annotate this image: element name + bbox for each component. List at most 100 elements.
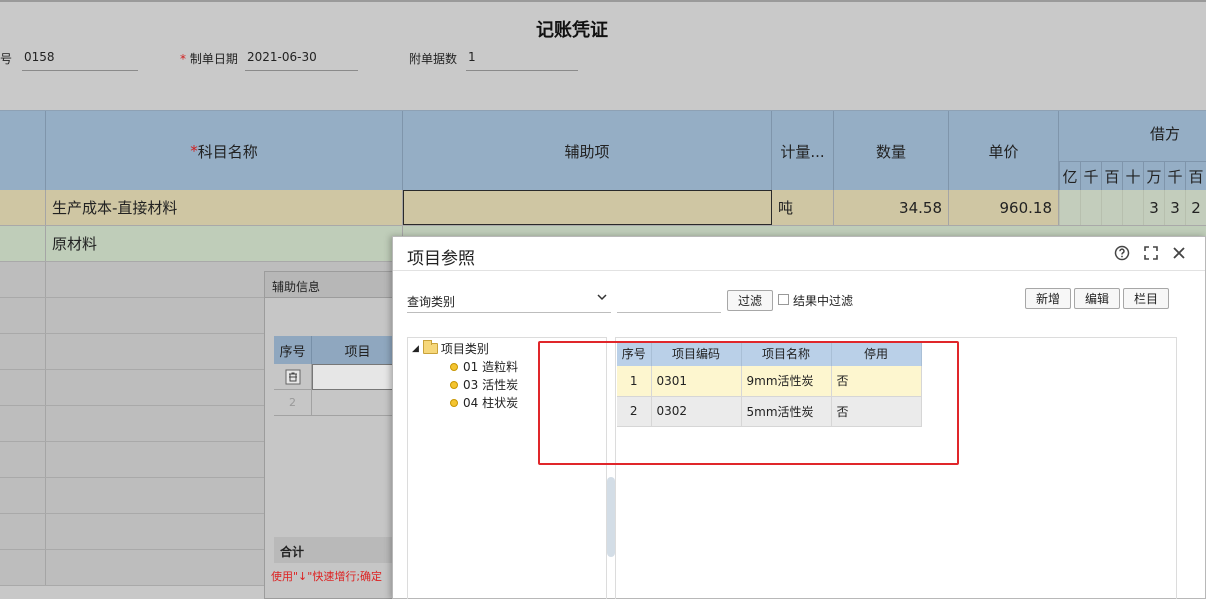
auxiliary-edit-cell[interactable] <box>403 190 772 225</box>
dialog-header: 项目参照 <box>393 237 1205 271</box>
filter-in-results-checkbox[interactable] <box>778 294 789 305</box>
header-blank <box>0 111 46 191</box>
debit-digit <box>1080 190 1101 225</box>
header-price: 单价 <box>949 111 1059 191</box>
grid-row[interactable]: 1 0301 9mm活性炭 否 <box>617 366 922 397</box>
row-subject[interactable]: 原材料 <box>46 226 403 261</box>
maximize-icon[interactable] <box>1142 244 1160 262</box>
aux-info-panel: 辅助信息 序号 项目 2 合计 使用"↓"快速增行;确定 <box>264 271 404 599</box>
leaf-dot-icon <box>450 398 458 407</box>
grid-col-disabled: 停用 <box>831 341 922 366</box>
project-reference-dialog: 项目参照 查询类别 过滤 结果中过滤 新增 编辑 栏目 ◢ 项目类别 01 造粒… <box>392 236 1206 599</box>
row-price[interactable]: 960.18 <box>949 190 1059 225</box>
attachments-value[interactable]: 1 <box>466 50 578 71</box>
attachments-field[interactable]: 附单据数 1 <box>409 50 578 71</box>
aux-grid-row[interactable]: 2 <box>274 390 404 416</box>
voucher-row[interactable]: 生产成本-直接材料 吨 34.58 960.18 3 3 2 <box>0 190 1206 226</box>
leaf-dot-icon <box>450 380 458 389</box>
header-debit: 借方 <box>1150 125 1181 143</box>
voucher-header: 记账凭证 编号 0158 * 制单日期 2021-06-30 附单据数 1 <box>0 0 1206 110</box>
grid-col-name: 项目名称 <box>741 341 832 366</box>
grid-cell-index: 2 <box>617 396 652 427</box>
grid-cell-disabled: 否 <box>831 366 922 397</box>
voucher-number-label: 编号 <box>0 52 13 66</box>
attachments-label: 附单据数 <box>409 52 458 66</box>
aux-grid-row[interactable] <box>274 364 404 390</box>
panel-splitter[interactable] <box>607 477 615 557</box>
leaf-dot-icon <box>450 362 458 371</box>
aux-col-item: 项目 <box>312 336 404 364</box>
query-category-select[interactable]: 查询类别 <box>407 289 611 313</box>
debit-digit: 3 <box>1164 190 1185 225</box>
required-mark: * <box>180 52 186 66</box>
header-subject: * 科目名称 <box>46 111 403 191</box>
digit-header: 十 <box>1122 161 1143 191</box>
voucher-number-field[interactable]: 编号 0158 <box>0 50 138 71</box>
grid-col-index: 序号 <box>617 341 652 366</box>
tree-item[interactable]: 04 柱状炭 <box>450 394 518 411</box>
columns-button[interactable]: 栏目 <box>1123 288 1169 309</box>
row-subject[interactable]: 生产成本-直接材料 <box>46 190 403 225</box>
delete-row-icon[interactable] <box>274 364 312 390</box>
new-button[interactable]: 新增 <box>1025 288 1071 309</box>
digit-header: 百 <box>1101 161 1122 191</box>
grid-cell-name: 5mm活性炭 <box>741 396 832 427</box>
digit-header: 亿 <box>1059 161 1080 191</box>
voucher-title: 记账凭证 <box>536 20 608 41</box>
filter-in-results-label: 结果中过滤 <box>793 294 854 308</box>
aux-grid: 序号 项目 2 <box>274 336 404 416</box>
header-quantity: 数量 <box>834 111 949 191</box>
digit-header: 万 <box>1143 161 1164 191</box>
tree-root[interactable]: ◢ 项目类别 <box>412 340 489 357</box>
grid-col-code: 项目编码 <box>651 341 742 366</box>
voucher-table-header: * 科目名称 辅助项 计量... 数量 单价 借方 亿 千 百 十 万 千 百 <box>0 110 1206 191</box>
close-icon[interactable] <box>1170 244 1188 262</box>
aux-item-input[interactable] <box>312 364 404 390</box>
voucher-date-field[interactable]: * 制单日期 2021-06-30 <box>180 50 358 71</box>
debit-digit: 3 <box>1143 190 1164 225</box>
header-digits: 亿 千 百 十 万 千 百 <box>1059 161 1206 191</box>
expand-triangle-icon[interactable]: ◢ <box>412 344 419 354</box>
debit-digit <box>1101 190 1122 225</box>
aux-col-index: 序号 <box>274 336 312 364</box>
debit-digit <box>1122 190 1143 225</box>
grid-cell-code: 0301 <box>651 366 742 397</box>
aux-panel-title: 辅助信息 <box>265 272 403 298</box>
row-unit[interactable]: 吨 <box>772 190 834 225</box>
grid-cell-index: 1 <box>617 366 652 397</box>
grid-row[interactable]: 2 0302 5mm活性炭 否 <box>617 396 922 427</box>
header-auxiliary: 辅助项 <box>403 111 772 191</box>
header-unit: 计量... <box>772 111 834 191</box>
voucher-number-value[interactable]: 0158 <box>22 50 138 71</box>
filter-button[interactable]: 过滤 <box>727 290 773 311</box>
digit-header: 千 <box>1164 161 1185 191</box>
aux-hint: 使用"↓"快速增行;确定 <box>271 570 383 583</box>
aux-grid-header: 序号 项目 <box>274 336 404 364</box>
edit-button[interactable]: 编辑 <box>1074 288 1120 309</box>
debit-digit <box>1059 190 1080 225</box>
tree-item[interactable]: 03 活性炭 <box>450 376 518 393</box>
voucher-date-value[interactable]: 2021-06-30 <box>245 50 358 71</box>
project-category-tree: ◢ 项目类别 01 造粒料 03 活性炭 04 柱状炭 <box>407 337 607 599</box>
filter-input[interactable] <box>617 289 721 313</box>
digit-header: 千 <box>1080 161 1101 191</box>
grid-header-row: 序号 项目编码 项目名称 停用 <box>617 341 922 366</box>
grid-cell-disabled: 否 <box>831 396 922 427</box>
row-handle <box>0 226 46 261</box>
tree-item[interactable]: 01 造粒料 <box>450 358 518 375</box>
row-handle <box>0 190 46 225</box>
folder-icon <box>422 340 438 354</box>
help-icon[interactable] <box>1113 244 1131 262</box>
voucher-date-label: 制单日期 <box>189 52 238 66</box>
grid-cell-code: 0302 <box>651 396 742 427</box>
aux-row-index: 2 <box>274 390 312 416</box>
aux-total: 合计 <box>274 537 404 563</box>
grid-cell-name: 9mm活性炭 <box>741 366 832 397</box>
chevron-down-icon <box>597 291 607 305</box>
aux-item-cell[interactable] <box>312 390 404 416</box>
row-quantity[interactable]: 34.58 <box>834 190 949 225</box>
debit-digit: 2 <box>1185 190 1206 225</box>
dialog-title: 项目参照 <box>407 249 475 269</box>
project-grid: 序号 项目编码 项目名称 停用 1 0301 9mm活性炭 否 2 0302 5… <box>617 341 922 427</box>
digit-header: 百 <box>1185 161 1206 191</box>
